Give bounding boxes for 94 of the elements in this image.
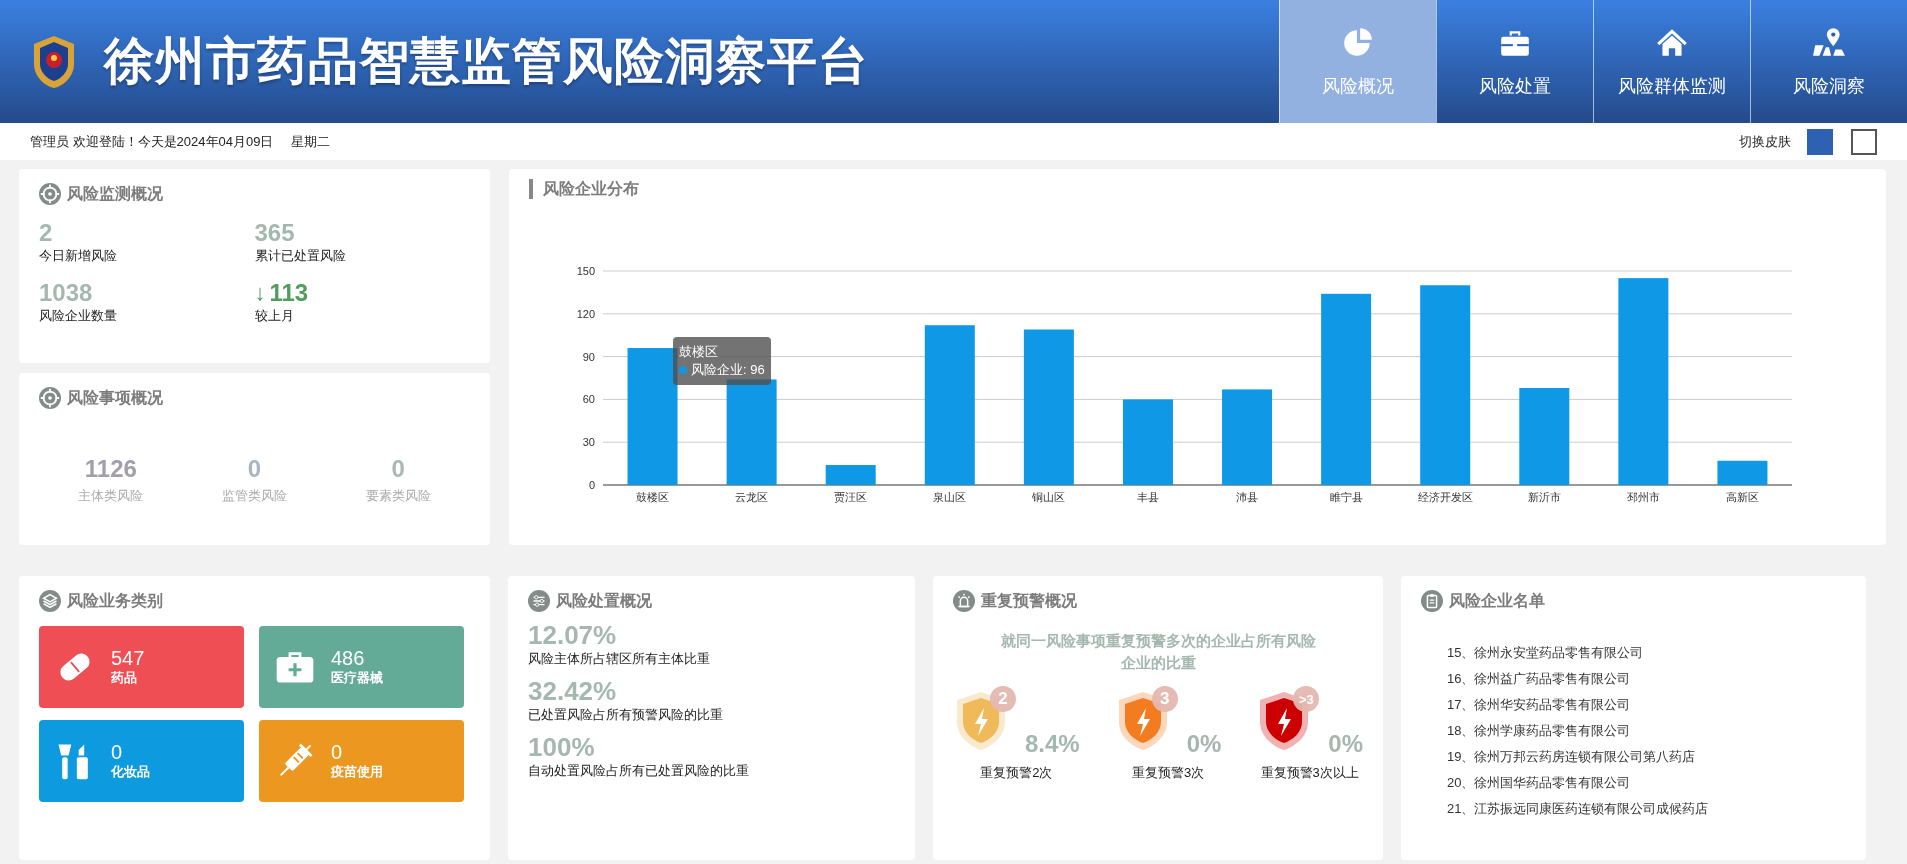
- x-tick-label: 经济开发区: [1417, 491, 1473, 503]
- warning-label: 重复预警3次以上: [1260, 764, 1359, 782]
- stat-label: 要素类风险: [364, 487, 432, 505]
- company-item[interactable]: 15、徐州永安堂药品零售有限公司: [1447, 640, 1846, 666]
- target-icon: [39, 387, 61, 409]
- card-subtitle: 就同一风险事项重复预警多次的企业占所有风险企业的比重: [1000, 631, 1316, 673]
- company-item[interactable]: 16、徐州益广药品零售有限公司: [1447, 666, 1846, 692]
- bar[interactable]: [627, 348, 678, 485]
- percent-value: 0%: [1328, 730, 1363, 758]
- x-tick-label: 睢宁县: [1329, 491, 1363, 503]
- card-title: 重复预警概况: [981, 590, 1077, 611]
- stat-label: 今日新增风险: [39, 247, 118, 265]
- card-title: 风险处置概况: [556, 590, 652, 611]
- legend-dot-icon: [679, 366, 687, 374]
- bar[interactable]: [1222, 389, 1273, 485]
- percent-value: 8.4%: [1025, 730, 1080, 758]
- tile-value: 486: [331, 647, 366, 669]
- target-icon: [39, 183, 61, 205]
- x-tick-label: 云龙区: [735, 491, 769, 503]
- category-tile[interactable]: 547 药品: [39, 626, 244, 708]
- alarm-icon: [953, 590, 975, 612]
- count-badge: >3: [1293, 686, 1320, 712]
- welcome-text: 管理员 欢迎登陆！今天是2024年04月09日: [30, 132, 274, 151]
- tile-label: 医疗器械: [331, 669, 383, 687]
- sliders-icon: [528, 590, 550, 612]
- platform-title: 徐州市药品智慧监管风险洞察平台: [104, 32, 869, 91]
- percent-label: 风险主体所占辖区所有主体比重: [528, 650, 711, 668]
- trend-arrow: ↓: [254, 279, 266, 307]
- x-tick-label: 鼓楼区: [636, 491, 670, 503]
- stat-value: 113: [269, 279, 309, 307]
- skin-switch-label: 切换皮肤: [1739, 132, 1791, 151]
- company-item[interactable]: 21、江苏振远同康医药连锁有限公司成候药店: [1447, 796, 1846, 822]
- stat-value: 1038: [39, 279, 93, 307]
- x-tick-label: 邳州市: [1626, 491, 1660, 503]
- percent-value: 32.42%: [528, 676, 618, 706]
- tile-label: 化妆品: [111, 763, 150, 781]
- bar[interactable]: [726, 379, 777, 485]
- tile-value: 547: [111, 647, 145, 669]
- x-tick-label: 泉山区: [933, 491, 967, 503]
- weekday-text: 星期二: [291, 132, 331, 151]
- card-title: 风险企业名单: [1449, 590, 1545, 611]
- y-tick-label: 150: [576, 265, 595, 277]
- stat-value: 0: [246, 455, 263, 483]
- tile-value: 0: [331, 741, 344, 763]
- stat-value: 2: [39, 219, 53, 247]
- skin-swatch[interactable]: [1851, 128, 1877, 155]
- x-tick-label: 新沂市: [1527, 491, 1561, 503]
- stat-label: 风险企业数量: [39, 307, 118, 325]
- skin-swatch[interactable]: [1807, 128, 1833, 155]
- stat-label: 监管类风险: [221, 487, 288, 505]
- warning-label: 重复预警2次: [980, 764, 1053, 782]
- y-tick-label: 30: [582, 436, 595, 449]
- stat-label: 累计已处置风险: [254, 247, 347, 265]
- card-title: 风险事项概况: [67, 387, 163, 408]
- bar[interactable]: [1023, 329, 1074, 485]
- stat-value: 0: [390, 455, 406, 483]
- percent-label: 自动处置风险占所有已处置风险的比重: [528, 762, 750, 780]
- bar[interactable]: [1717, 460, 1768, 485]
- company-item[interactable]: 18、徐州学康药品零售有限公司: [1447, 718, 1846, 744]
- stat-label: 较上月: [254, 307, 295, 325]
- percent-value: 0%: [1186, 730, 1222, 758]
- y-tick-label: 90: [582, 350, 595, 363]
- card-title: 风险监测概况: [67, 183, 163, 204]
- x-tick-label: 丰县: [1136, 491, 1159, 503]
- tile-value: 0: [111, 741, 124, 763]
- stat-value: 1126: [83, 455, 138, 483]
- tile-label: 疫苗使用: [331, 763, 383, 781]
- x-tick-label: 高新区: [1725, 491, 1759, 503]
- y-tick-label: 0: [588, 479, 595, 491]
- tile-label: 药品: [111, 669, 138, 687]
- company-item[interactable]: 19、徐州万邦云药房连锁有限公司第八药店: [1447, 744, 1846, 770]
- tooltip-title: 鼓楼区: [679, 343, 719, 361]
- count-badge: 2: [990, 686, 1016, 712]
- bar[interactable]: [1618, 278, 1669, 485]
- y-tick-label: 60: [582, 393, 595, 406]
- percent-label: 已处置风险占所有预警风险的比重: [528, 706, 724, 724]
- layers-icon: [39, 590, 61, 612]
- card-title: 风险业务类别: [67, 590, 163, 611]
- tooltip-value: 风险企业: 96: [691, 362, 765, 377]
- clipboard-icon: [1421, 590, 1443, 612]
- company-item[interactable]: 17、徐州华安药品零售有限公司: [1447, 692, 1846, 718]
- stat-label: 主体类风险: [77, 487, 145, 505]
- percent-value: 12.07%: [528, 620, 618, 650]
- bar[interactable]: [1321, 293, 1372, 485]
- x-tick-label: 贾汪区: [834, 491, 868, 503]
- company-item[interactable]: 20、徐州国华药品零售有限公司: [1447, 770, 1846, 796]
- y-tick-label: 120: [576, 307, 595, 320]
- count-badge: 3: [1151, 686, 1178, 712]
- card-title: 风险企业分布: [529, 179, 1866, 199]
- x-tick-label: 沛县: [1236, 491, 1259, 503]
- stat-value: 365: [254, 219, 295, 247]
- x-tick-label: 铜山区: [1032, 491, 1066, 503]
- percent-value: 100%: [528, 732, 596, 762]
- warning-label: 重复预警3次: [1131, 764, 1205, 782]
